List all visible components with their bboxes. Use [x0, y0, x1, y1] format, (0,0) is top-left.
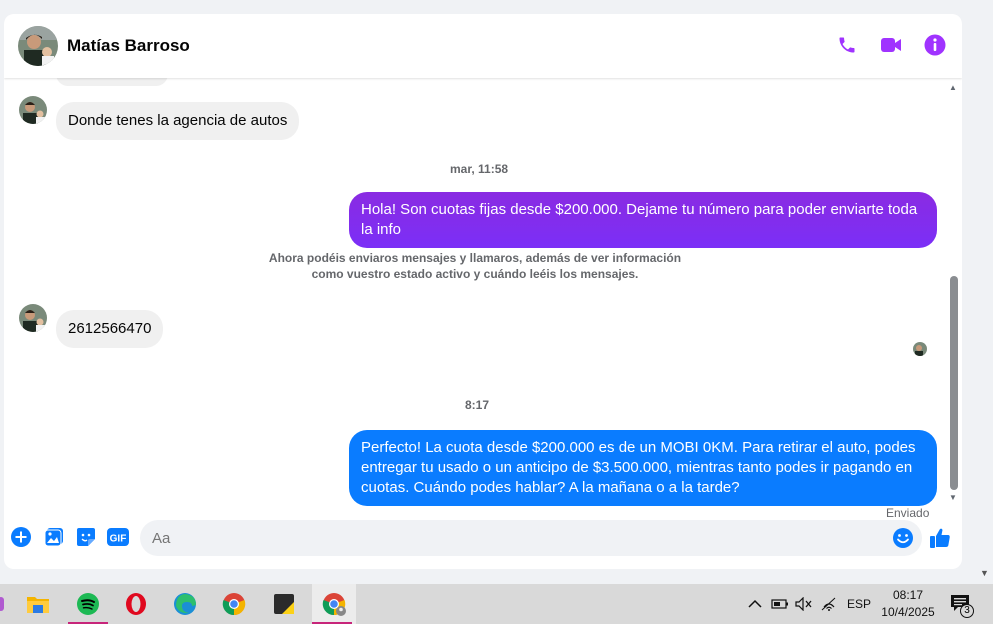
sticky-notes-icon[interactable] [264, 584, 304, 624]
chat-window: Matías Barroso Donde tenes la agencia de… [4, 14, 962, 569]
incoming-message[interactable]: Donde tenes la agencia de autos [56, 102, 300, 140]
composer: GIF [4, 514, 962, 562]
taskbar: ESP 08:17 10/4/2025 3 [0, 584, 993, 624]
contact-avatar[interactable] [18, 26, 58, 66]
video-icon[interactable] [880, 34, 902, 56]
message-timestamp: mar, 11:58 [450, 162, 509, 176]
language-indicator[interactable]: ESP [847, 584, 871, 624]
message-input[interactable] [140, 520, 860, 556]
app-partial-icon[interactable] [0, 584, 4, 624]
opera-icon[interactable] [116, 584, 156, 624]
sender-avatar[interactable] [19, 304, 47, 332]
scrollbar-thumb[interactable] [950, 276, 958, 490]
sender-avatar[interactable] [19, 96, 47, 124]
svg-text:GIF: GIF [110, 534, 127, 545]
message-list: Donde tenes la agencia de autos mar, 11:… [4, 74, 948, 520]
add-icon[interactable] [10, 526, 32, 548]
outgoing-message[interactable]: Perfecto! La cuota desde $200.000 es de … [349, 430, 937, 506]
incoming-message[interactable]: 2612566470 [56, 310, 164, 348]
volume-muted-icon[interactable] [795, 584, 813, 624]
edge-icon[interactable] [165, 584, 205, 624]
like-icon[interactable] [928, 526, 952, 550]
chrome-profile-icon[interactable] [312, 584, 356, 624]
outgoing-message[interactable]: Hola! Son cuotas fijas desde $200.000. D… [349, 192, 937, 248]
clock-time: 08:17 [892, 588, 924, 602]
message-input-box[interactable] [140, 520, 922, 556]
message-timestamp: 8:17 [465, 398, 490, 412]
scroll-up-icon[interactable]: ▲ [948, 84, 958, 92]
scroll-down-icon[interactable]: ▼ [948, 494, 958, 502]
chat-header: Matías Barroso [4, 14, 962, 78]
chrome-icon[interactable] [214, 584, 254, 624]
gallery-icon[interactable] [43, 526, 65, 548]
scrollbar[interactable]: ▲ ▼ [948, 84, 958, 504]
battery-icon[interactable] [771, 584, 789, 624]
contact-name[interactable]: Matías Barroso [67, 36, 190, 56]
info-icon[interactable] [924, 34, 946, 56]
file-explorer-icon[interactable] [18, 584, 58, 624]
sticker-icon[interactable] [75, 526, 97, 548]
notification-count-badge: 3 [960, 604, 974, 618]
emoji-icon[interactable] [892, 527, 914, 549]
clock[interactable]: 08:17 10/4/2025 [872, 587, 944, 621]
read-receipt-avatar [913, 342, 927, 356]
clock-date: 10/4/2025 [881, 605, 935, 619]
header-actions [836, 34, 946, 56]
show-hidden-icons[interactable] [748, 584, 762, 624]
wifi-icon[interactable] [821, 584, 837, 624]
phone-icon[interactable] [836, 34, 858, 56]
window-edge [962, 0, 993, 584]
spotify-icon[interactable] [68, 584, 108, 624]
info-notice: Ahora podéis enviaros mensajes y llamaro… [268, 251, 682, 281]
page-scroll-down-icon[interactable]: ▼ [980, 568, 989, 578]
gif-icon[interactable]: GIF [107, 526, 129, 548]
